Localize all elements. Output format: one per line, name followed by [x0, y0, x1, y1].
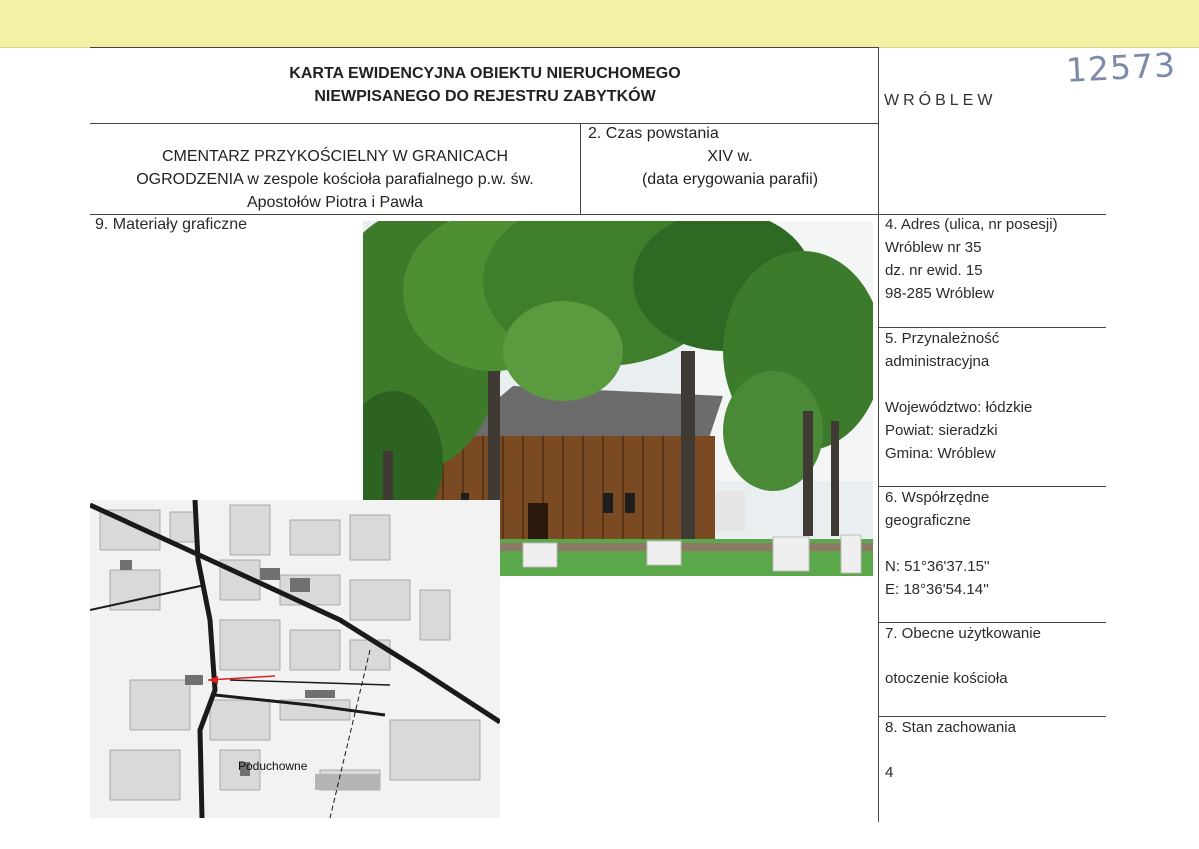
object-name: CMENTARZ PRZYKOŚCIELNY W GRANICACH OGROD…: [90, 145, 580, 214]
gmina: Gmina: Wróblew: [885, 445, 996, 462]
wspolrzedne-label2: geograficzne: [885, 512, 971, 529]
card-title-line1: KARTA EWIDENCYJNA OBIEKTU NIERUCHOMEGO: [289, 65, 681, 82]
czas-powstania: 2. Czas powstania XIV w. (data erygowani…: [582, 122, 878, 191]
divider-right-column: [878, 47, 879, 822]
czas-note: (data erygowania parafii): [641, 171, 819, 188]
przynaleznosc-section: 5. Przynależność administracyjna Wojewód…: [885, 327, 1032, 465]
map-label-poduchowne: Poduchowne: [238, 759, 308, 773]
przynaleznosc-label1: 5. Przynależność: [885, 330, 1000, 347]
location-map-image: Poduchowne: [90, 500, 500, 818]
locality-name: WRÓBLEW: [884, 92, 997, 109]
location-map: Poduchowne: [90, 500, 500, 818]
object-name-line1: CMENTARZ PRZYKOŚCIELNY W GRANICACH: [161, 148, 509, 165]
adres-line1: Wróblew nr 35: [885, 239, 982, 256]
coordinate-e: E: 18°36'54.14'': [885, 581, 989, 598]
adhesive-tape-strip: [0, 0, 1199, 48]
stan-value: 4: [885, 764, 894, 781]
adres-line3: 98-285 Wróblew: [885, 285, 994, 302]
register-number: 12573: [1065, 45, 1177, 90]
stan-label: 8. Stan zachowania: [885, 719, 1016, 736]
card-title: KARTA EWIDENCYJNA OBIEKTU NIERUCHOMEGO N…: [200, 62, 770, 108]
uzytkowanie-section: 7. Obecne użytkowanie otoczenie kościoła: [885, 622, 1041, 690]
divider-czas: [580, 123, 581, 214]
uzytkowanie-value: otoczenie kościoła: [885, 670, 1008, 687]
wspolrzedne-label1: 6. Współrzędne: [885, 489, 990, 506]
czas-label: 2. Czas powstania: [588, 125, 719, 142]
wojewodztwo: Województwo: łódzkie: [885, 399, 1033, 416]
uzytkowanie-label: 7. Obecne użytkowanie: [885, 625, 1041, 642]
adres-label: 4. Adres (ulica, nr posesji): [885, 216, 1058, 233]
materialy-label: 9. Materiały graficzne: [95, 216, 248, 233]
object-name-line2: OGRODZENIA w zespole kościoła parafialne…: [136, 171, 534, 188]
powiat: Powiat: sieradzki: [885, 422, 998, 439]
adres-line2: dz. nr ewid. 15: [885, 262, 983, 279]
card-title-line2: NIEWPISANEGO DO REJESTRU ZABYTKÓW: [314, 88, 656, 105]
czas-value: XIV w.: [707, 148, 753, 165]
divider-top: [90, 47, 878, 48]
wspolrzedne-section: 6. Współrzędne geograficzne N: 51°36'37.…: [885, 486, 990, 601]
adres-section: 4. Adres (ulica, nr posesji) Wróblew nr …: [885, 213, 1058, 305]
przynaleznosc-label2: administracyjna: [885, 353, 990, 370]
object-name-line3: Apostołów Piotra i Pawła: [246, 194, 424, 211]
coordinate-n: N: 51°36'37.15'': [885, 558, 990, 575]
stan-section: 8. Stan zachowania 4: [885, 716, 1016, 784]
